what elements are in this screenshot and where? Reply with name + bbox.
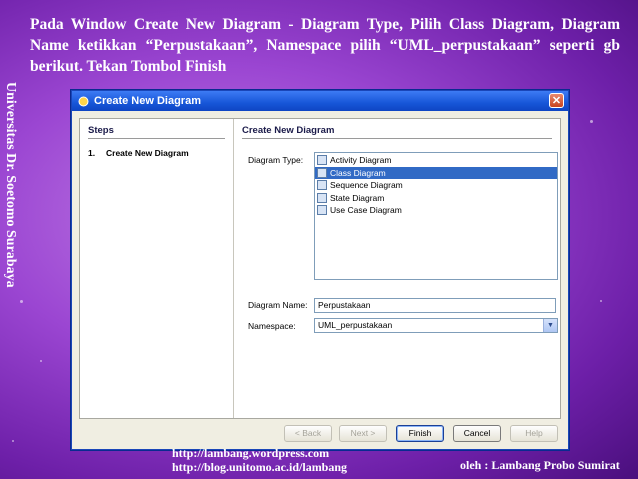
step-item: 1. Create New Diagram (88, 148, 225, 158)
list-item-use-case-diagram[interactable]: Use Case Diagram (315, 204, 557, 217)
footer-link-unitomo[interactable]: http://blog.unitomo.ac.id/lambang (172, 460, 347, 474)
slide-heading: Pada Window Create New Diagram - Diagram… (30, 16, 620, 75)
help-button[interactable]: Help (510, 425, 558, 442)
list-item-label: Use Case Diagram (330, 205, 402, 216)
sequence-diagram-icon (317, 180, 327, 191)
list-item-activity-diagram[interactable]: Activity Diagram (315, 154, 557, 167)
diagram-name-label: Diagram Name: (248, 300, 308, 310)
dialog-title-bar[interactable]: Create New Diagram ✕ (72, 91, 568, 111)
list-item-label: Sequence Diagram (330, 180, 403, 191)
namespace-value: UML_perpustakaan (318, 320, 393, 330)
steps-title: Steps (88, 125, 225, 139)
chevron-down-icon[interactable]: ▼ (543, 319, 557, 332)
list-item-label: Class Diagram (330, 167, 386, 178)
decorative-sparkle (12, 440, 14, 442)
finish-button[interactable]: Finish (396, 425, 444, 442)
dialog-title: Create New Diagram (94, 95, 201, 107)
decorative-sparkle (20, 300, 23, 303)
footer-link-wordpress[interactable]: http://lambang.wordpress.com (172, 446, 347, 460)
university-vertical-text: Universitas Dr. Soetomo Surabaya (3, 82, 18, 288)
list-item-label: Activity Diagram (330, 155, 392, 166)
decorative-sparkle (590, 120, 593, 123)
list-item-state-diagram[interactable]: State Diagram (315, 192, 557, 205)
class-diagram-icon (317, 167, 327, 178)
dialog-content: Steps 1. Create New Diagram Create New Di… (79, 118, 561, 419)
next-button[interactable]: Next > (339, 425, 387, 442)
diagram-type-list[interactable]: Activity Diagram Class Diagram Sequence … (314, 152, 558, 280)
step-number: 1. (88, 148, 96, 158)
app-icon (78, 96, 89, 106)
main-panel-title: Create New Diagram (242, 125, 552, 139)
footer-author: oleh : Lambang Probo Sumirat (460, 458, 620, 472)
back-button[interactable]: < Back (284, 425, 332, 442)
state-diagram-icon (317, 192, 327, 203)
cancel-button[interactable]: Cancel (453, 425, 501, 442)
diagram-name-input[interactable]: Perpustakaan (314, 298, 556, 313)
list-item-label: State Diagram (330, 192, 385, 203)
namespace-label: Namespace: (248, 321, 296, 331)
diagram-type-label: Diagram Type: (248, 155, 304, 165)
decorative-sparkle (40, 360, 42, 362)
namespace-select[interactable]: UML_perpustakaan ▼ (314, 318, 558, 333)
step-label: Create New Diagram (106, 148, 189, 158)
list-item-class-diagram[interactable]: Class Diagram (315, 166, 557, 179)
decorative-sparkle (600, 300, 602, 302)
main-panel: Create New Diagram Diagram Type: Activit… (234, 119, 560, 418)
button-row: < Back Next > Finish Cancel Help (72, 425, 568, 443)
activity-diagram-icon (317, 155, 327, 166)
use-case-diagram-icon (317, 205, 327, 216)
footer-links: http://lambang.wordpress.com http://blog… (172, 446, 347, 474)
steps-panel: Steps 1. Create New Diagram (80, 119, 234, 418)
create-new-diagram-dialog: Create New Diagram ✕ Steps 1. Create New … (71, 90, 569, 450)
close-button[interactable]: ✕ (549, 93, 564, 108)
list-item-sequence-diagram[interactable]: Sequence Diagram (315, 179, 557, 192)
